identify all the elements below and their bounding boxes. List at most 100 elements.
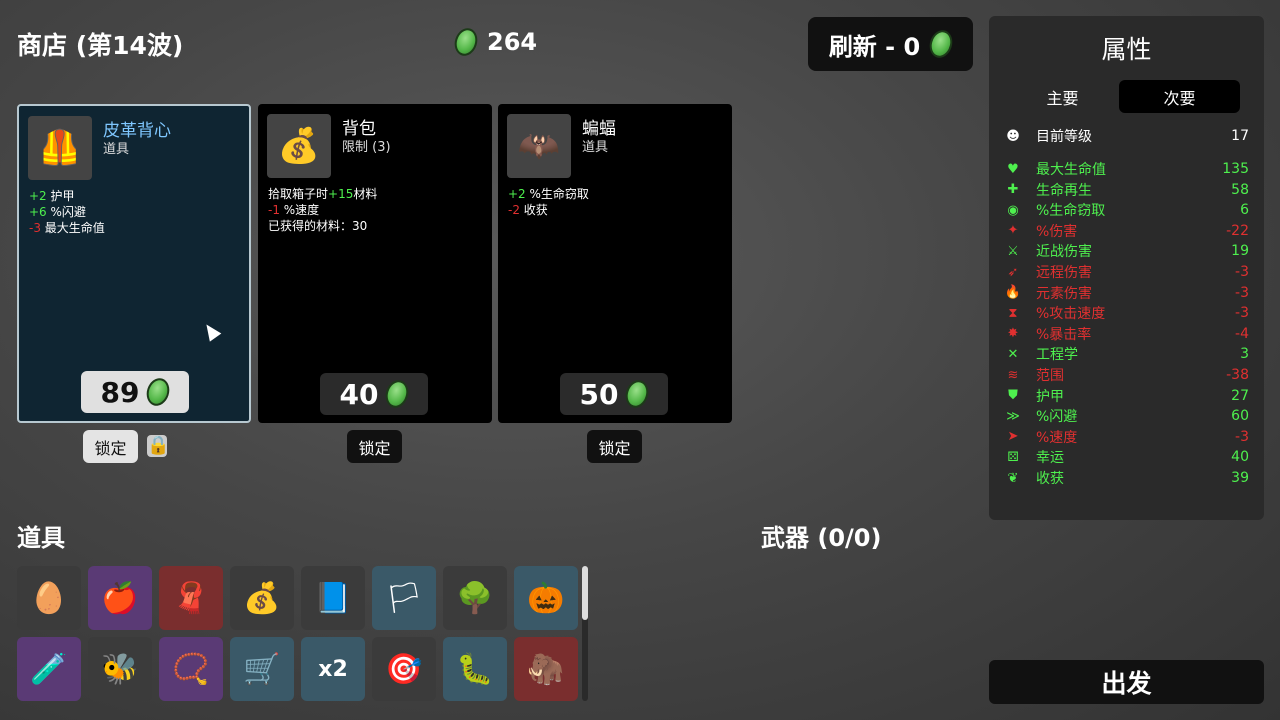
- mammoth-icon[interactable]: 🦣: [514, 637, 578, 701]
- stat-row: ≋ 范围 -38: [1003, 365, 1249, 385]
- buy-button[interactable]: 40: [320, 373, 428, 415]
- shop-card[interactable]: 🦇 蝙蝠 道具 +2 %生命窃取 -2 收获 50: [498, 104, 732, 423]
- level-label: 目前等级: [1036, 129, 1092, 145]
- potion-icon[interactable]: 🧪: [17, 637, 81, 701]
- book-icon[interactable]: 📘: [301, 566, 365, 630]
- stat-row: ◉ %生命窃取 6: [1003, 200, 1249, 220]
- stat-value: 58: [1231, 181, 1249, 198]
- stat-value: 27: [1231, 387, 1249, 404]
- effect-text: %闪避: [46, 205, 86, 219]
- stat-name: 远程伤害: [1036, 265, 1092, 281]
- effect-line: -3 最大生命值: [29, 220, 105, 236]
- stat-name: 工程学: [1036, 347, 1078, 364]
- effect-text: 收获: [519, 203, 548, 217]
- items-section-title: 道具: [17, 524, 65, 552]
- wheelbarrow-icon[interactable]: 🛒: [230, 637, 294, 701]
- buy-button[interactable]: 50: [560, 373, 668, 415]
- amulet-icon[interactable]: 📿: [159, 637, 223, 701]
- material-coin-icon: [451, 25, 481, 59]
- inventory-scrollbar[interactable]: [582, 566, 588, 701]
- alien-egg-icon[interactable]: 🥚: [17, 566, 81, 630]
- card-effects: 拾取箱子时+15材料 -1 %速度 已获得的材料：30: [268, 186, 377, 234]
- stat-row: ✚ 生命再生 58: [1003, 180, 1249, 200]
- effect-value: +15: [328, 187, 354, 201]
- lock-button[interactable]: 锁定: [587, 430, 642, 463]
- regen-icon: ✚: [1007, 182, 1019, 198]
- effect-value: +2: [508, 187, 526, 201]
- materials-counter: 264: [451, 25, 538, 59]
- stat-row: ✸ %暴击率 -4: [1003, 324, 1249, 344]
- stat-row: ⚄ 幸运 40: [1003, 447, 1249, 467]
- engineering-icon: ✕: [1007, 346, 1019, 362]
- stat-name: 护甲: [1036, 388, 1064, 405]
- stat-name: 元素伤害: [1036, 285, 1092, 302]
- effect-text: %速度: [279, 203, 320, 217]
- dice-stack-icon[interactable]: x2: [301, 637, 365, 701]
- card-tag: 限制 (3): [342, 140, 391, 155]
- shop-title: 商店 (第14波): [17, 31, 184, 60]
- stat-name: %速度: [1036, 429, 1078, 446]
- card-tag: 道具: [103, 142, 130, 157]
- tree-icon[interactable]: 🌳: [443, 566, 507, 630]
- stat-name: 范围: [1036, 368, 1064, 384]
- white-flag-icon[interactable]: 🏳: [372, 566, 436, 630]
- cape-icon[interactable]: 🧣: [159, 566, 223, 630]
- materials-value: 264: [487, 28, 538, 56]
- bag-icon[interactable]: 💰: [230, 566, 294, 630]
- effect-value: +2: [29, 189, 47, 203]
- bat-icon: 🦇: [507, 114, 571, 178]
- shop-card[interactable]: 💰 背包 限制 (3) 拾取箱子时+15材料 -1 %速度 已获得的材料：30 40: [258, 104, 492, 423]
- tab-primary[interactable]: 主要: [1002, 80, 1123, 113]
- padlock-icon: 🔒: [147, 435, 170, 457]
- go-button[interactable]: 出发: [989, 660, 1264, 704]
- stat-name: %攻击速度: [1036, 306, 1106, 323]
- stat-name: 最大生命值: [1036, 162, 1106, 178]
- harvesting-icon: ❦: [1007, 470, 1019, 486]
- stat-value: 39: [1231, 470, 1249, 486]
- speed-icon: ➤: [1007, 429, 1019, 445]
- card-effects: +2 %生命窃取 -2 收获: [508, 186, 589, 218]
- material-coin-icon: [622, 377, 653, 411]
- bag-icon: 💰: [267, 114, 331, 178]
- lock-button[interactable]: 锁定: [83, 430, 138, 463]
- scrollbar-thumb[interactable]: [582, 566, 588, 620]
- lifesteal-icon: ◉: [1007, 202, 1019, 218]
- lock-button[interactable]: 锁定: [347, 430, 402, 463]
- tab-secondary[interactable]: 次要: [1119, 80, 1240, 113]
- level-row: ☻ 目前等级 17: [1003, 126, 1249, 146]
- pumpkin-icon[interactable]: 🎃: [514, 566, 578, 630]
- stats-title: 属性: [1101, 35, 1152, 64]
- effect-line: +2 护甲: [29, 188, 105, 204]
- effect-line: -1 %速度: [268, 202, 377, 218]
- stat-value: 135: [1222, 161, 1249, 177]
- stat-name: %伤害: [1036, 223, 1078, 240]
- stat-value: -38: [1226, 367, 1249, 383]
- material-coin-icon: [143, 375, 174, 409]
- leech-icon[interactable]: 🐛: [443, 637, 507, 701]
- effect-text: 护甲: [46, 189, 75, 203]
- melee-icon: ⚔: [1007, 243, 1019, 259]
- bee-icon[interactable]: 🐝: [88, 637, 152, 701]
- heart-icon: ♥: [1007, 161, 1019, 177]
- buy-button[interactable]: 89: [81, 371, 189, 413]
- attack-speed-icon: ⧗: [1008, 305, 1018, 321]
- effect-value: -2: [508, 203, 520, 217]
- stat-value: -3: [1235, 428, 1249, 445]
- stat-row: ♥ 最大生命值 135: [1003, 159, 1249, 179]
- stat-name: %暴击率: [1036, 326, 1092, 343]
- stat-value: 3: [1240, 346, 1249, 363]
- stat-value: 6: [1240, 202, 1249, 219]
- damage-icon: ✦: [1007, 223, 1019, 239]
- weapons-section-title: 武器 (0/0): [761, 524, 882, 552]
- effect-text: %生命窃取: [525, 187, 589, 201]
- effect-line: +6 %闪避: [29, 204, 105, 220]
- armor-icon: ⛊: [1008, 388, 1018, 404]
- target-dummy-icon[interactable]: 🎯: [372, 637, 436, 701]
- stat-value: -4: [1235, 325, 1249, 342]
- apple-icon[interactable]: 🍎: [88, 566, 152, 630]
- inventory-grid: 🥚 🍎 🧣 💰 📘 🏳 🌳 🎃 🧪 🐝 📿 🛒 x2 🎯 🐛 🦣: [17, 566, 578, 701]
- stat-row: ➶ 远程伤害 -3: [1003, 262, 1249, 282]
- reroll-button[interactable]: 刷新 - 0: [808, 17, 973, 71]
- shop-card[interactable]: 🦺 皮革背心 道具 +2 护甲 +6 %闪避 -3 最大生命值 89: [17, 104, 251, 423]
- dodge-icon: ≫: [1006, 408, 1020, 424]
